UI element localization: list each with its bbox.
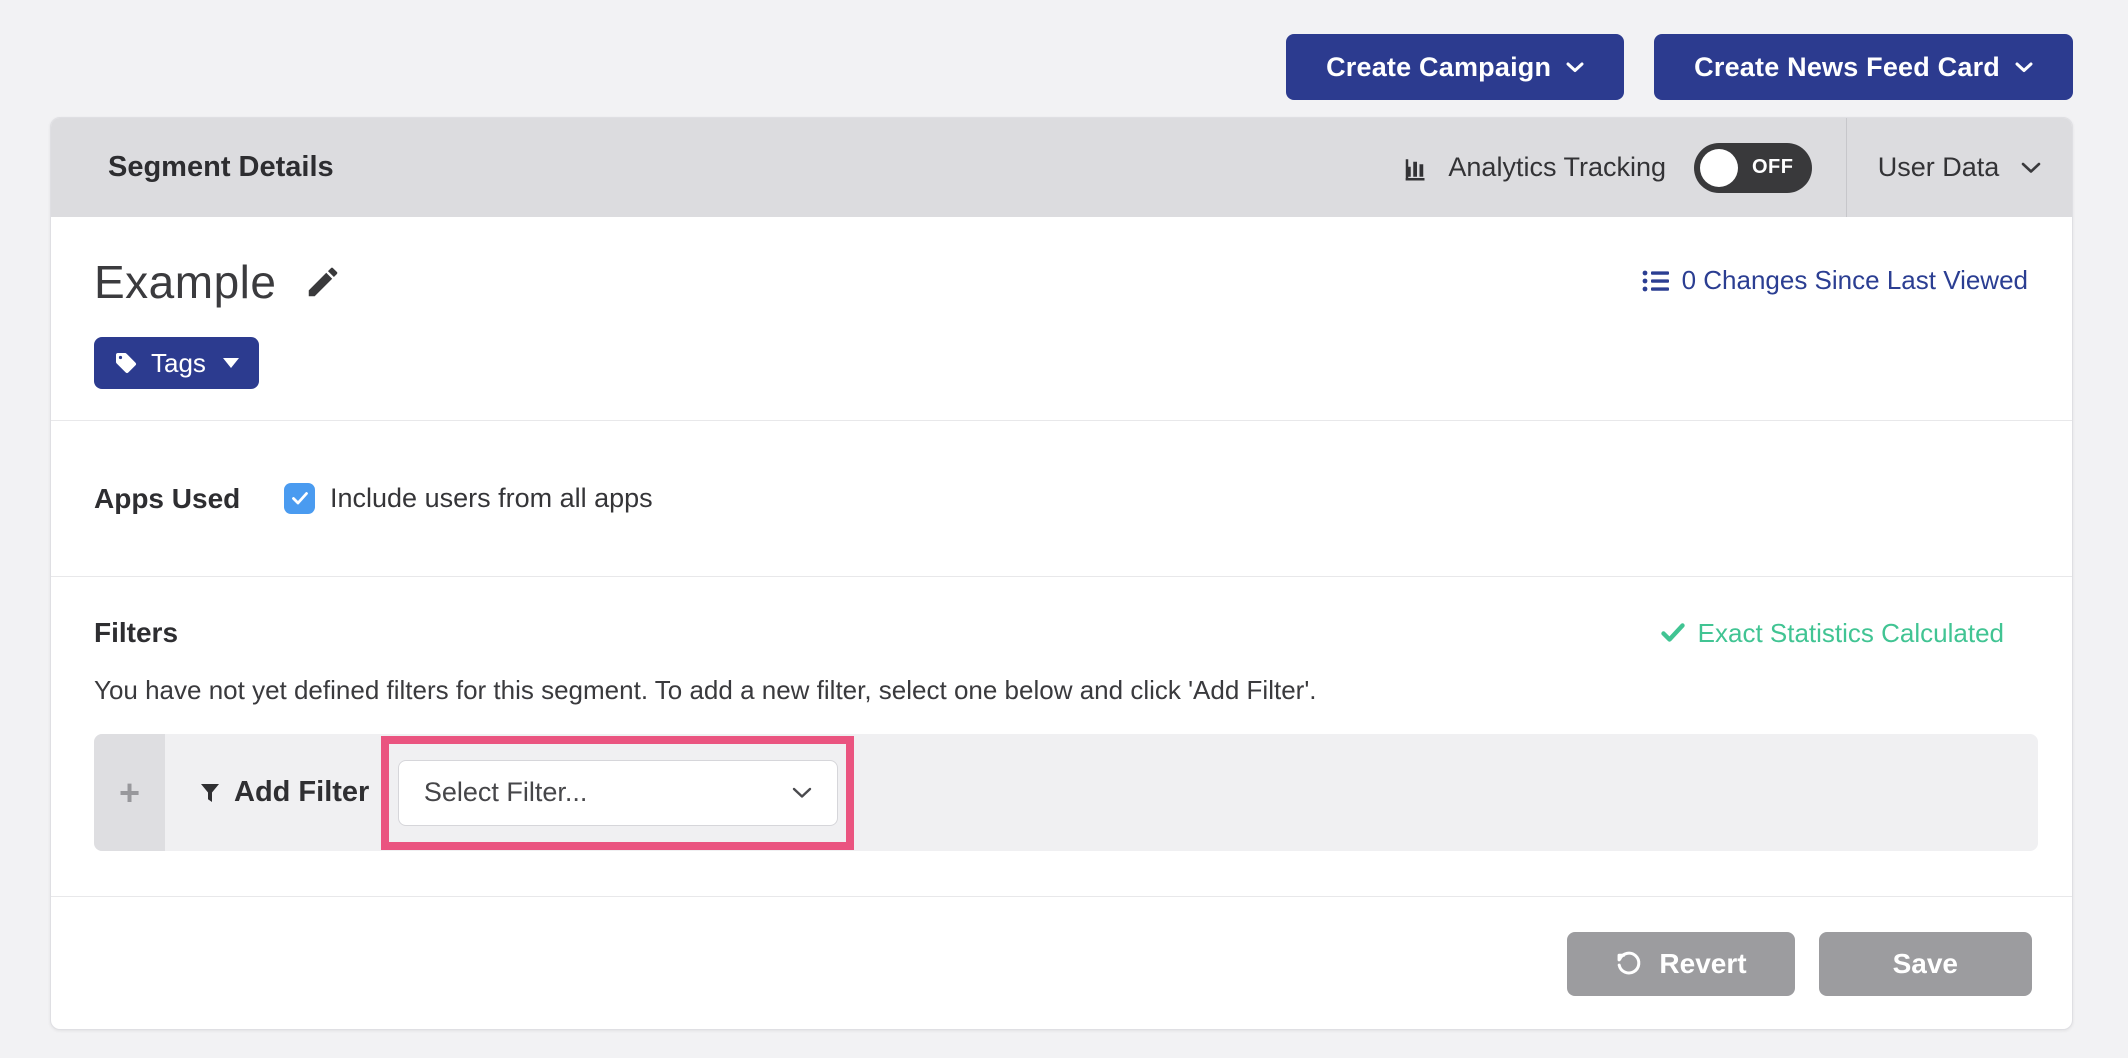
chevron-down-icon [792, 787, 812, 799]
toggle-knob [1700, 149, 1738, 187]
apps-used-label: Apps Used [94, 483, 284, 515]
check-icon [291, 491, 309, 506]
revert-button[interactable]: Revert [1567, 932, 1794, 996]
funnel-icon [198, 781, 222, 805]
caret-down-icon [223, 358, 239, 368]
chevron-down-icon [2021, 162, 2041, 174]
segment-name: Example [94, 255, 276, 309]
apps-used-section: Apps Used Include users from all apps [51, 421, 2072, 577]
analytics-tracking-toggle[interactable]: OFF [1694, 143, 1812, 193]
add-filter-label-group: Add Filter [198, 776, 369, 809]
tags-button-label: Tags [151, 348, 206, 379]
analytics-tracking: Analytics Tracking OFF [1402, 143, 1846, 193]
checkbox-checked-icon[interactable] [284, 483, 315, 514]
add-filter-row: + Add Filter Select Filter... [94, 734, 2038, 851]
user-data-label: User Data [1878, 152, 2000, 183]
exact-statistics-status: Exact Statistics Calculated [1661, 618, 2004, 649]
check-icon [1661, 623, 1685, 643]
changes-link-label: 0 Changes Since Last Viewed [1682, 265, 2028, 296]
select-filter-dropdown[interactable]: Select Filter... [398, 760, 838, 826]
changes-since-last-viewed-link[interactable]: 0 Changes Since Last Viewed [1642, 265, 2028, 296]
create-campaign-label: Create Campaign [1326, 52, 1551, 83]
filters-header-row: Filters Exact Statistics Calculated [94, 617, 2038, 649]
save-button-label: Save [1893, 948, 1958, 980]
bar-chart-icon [1402, 153, 1432, 183]
select-filter-value: Select Filter... [424, 777, 588, 808]
segment-details-card: Segment Details Analytics Tracking OFF U… [50, 117, 2073, 1030]
save-button[interactable]: Save [1819, 932, 2032, 996]
revert-button-label: Revert [1659, 948, 1746, 980]
revert-icon [1615, 950, 1643, 978]
create-campaign-button[interactable]: Create Campaign [1286, 34, 1624, 100]
plus-icon: + [119, 772, 140, 814]
footer-actions: Revert Save [51, 897, 2072, 1030]
exact-statistics-label: Exact Statistics Calculated [1698, 618, 2004, 649]
card-header: Segment Details Analytics Tracking OFF U… [51, 118, 2072, 217]
user-data-menu[interactable]: User Data [1846, 118, 2072, 217]
edit-name-button[interactable] [304, 263, 342, 301]
segment-details-page: Create Campaign Create News Feed Card Se… [0, 0, 2128, 1058]
top-actions: Create Campaign Create News Feed Card [1286, 34, 2073, 100]
select-filter-highlight: Select Filter... [381, 736, 854, 850]
include-all-apps-label: Include users from all apps [330, 483, 653, 514]
filters-empty-message: You have not yet defined filters for thi… [94, 675, 2038, 706]
create-news-feed-card-button[interactable]: Create News Feed Card [1654, 34, 2073, 100]
create-news-feed-card-label: Create News Feed Card [1694, 52, 2000, 83]
page-title: Segment Details [51, 151, 1402, 184]
add-filter-label: Add Filter [234, 776, 369, 809]
tags-button[interactable]: Tags [94, 337, 259, 389]
segment-name-section: Example 0 Changes Since Last Viewed Tags [51, 217, 2072, 421]
pencil-icon [304, 263, 342, 301]
change-list-icon [1642, 269, 1670, 293]
filters-section: Filters Exact Statistics Calculated You … [51, 577, 2072, 897]
toggle-state-label: OFF [1752, 156, 1794, 179]
add-filter-group-button[interactable]: + [94, 734, 165, 851]
chevron-down-icon [2015, 62, 2033, 73]
analytics-tracking-label: Analytics Tracking [1448, 152, 1666, 183]
tag-icon [114, 351, 138, 375]
filters-title: Filters [94, 617, 178, 649]
include-all-apps-option[interactable]: Include users from all apps [284, 483, 653, 514]
chevron-down-icon [1566, 62, 1584, 73]
